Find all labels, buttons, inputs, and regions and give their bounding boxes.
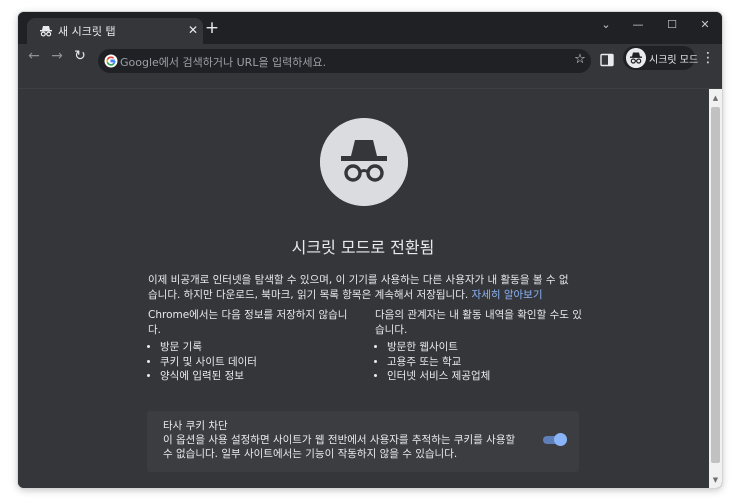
scroll-down-icon[interactable]: ▼ (711, 475, 720, 485)
list-item: 양식에 입력된 정보 (160, 369, 360, 384)
tab-new-incognito[interactable]: 새 시크릿 탭 ✕ (27, 18, 203, 44)
tab-title: 새 시크릿 탭 (58, 25, 116, 38)
vertical-scrollbar[interactable]: ▲ ▼ (709, 89, 722, 488)
reload-button[interactable]: ↻ (70, 46, 90, 66)
not-saved-column: Chrome에서는 다음 정보를 저장하지 않습니다. 방문 기록 쿠키 및 사… (148, 308, 360, 384)
new-tab-button[interactable]: + (204, 20, 220, 37)
tab-search-dropdown-icon[interactable]: ⌄ (596, 17, 616, 33)
incognito-profile-button[interactable]: 시크릿 모드 (623, 46, 699, 70)
visible-to-list: 방문한 웹사이트 고용주 또는 학교 인터넷 서비스 제공업체 (375, 340, 587, 384)
list-item: 쿠키 및 사이트 데이터 (160, 355, 360, 370)
cookie-card-description: 이 옵션을 사용 설정하면 사이트가 웹 전반에서 사용자를 추적하는 쿠키를 … (163, 434, 516, 460)
not-saved-list: 방문 기록 쿠키 및 사이트 데이터 양식에 입력된 정보 (148, 340, 360, 384)
list-item: 인터넷 서비스 제공업체 (387, 369, 587, 384)
google-g-icon (104, 54, 118, 68)
back-button[interactable]: ← (24, 46, 44, 66)
browser-window: 새 시크릿 탭 ✕ + ⌄ — ☐ ✕ ← → ↻ Google에서 검색하거나… (18, 12, 722, 488)
page-title: 시크릿 모드로 전환됨 (291, 238, 435, 257)
more-menu-icon[interactable]: ⋮ (701, 50, 715, 66)
cookie-card-title: 타사 쿠키 차단 (163, 420, 228, 432)
title-bar: 새 시크릿 탭 ✕ + ⌄ — ☐ ✕ (18, 12, 722, 44)
visible-to-column: 다음의 관계자는 내 활동 내역을 확인할 수도 있습니다. 방문한 웹사이트 … (375, 308, 587, 384)
scroll-up-icon[interactable]: ▲ (711, 93, 720, 103)
forward-button[interactable]: → (47, 46, 67, 66)
list-item: 방문 기록 (160, 340, 360, 355)
incognito-icon (320, 118, 408, 206)
toolbar: ← → ↻ Google에서 검색하거나 URL을 입력하세요. ☆ 시크릿 모… (18, 44, 722, 89)
not-saved-title: Chrome에서는 다음 정보를 저장하지 않습니다. (148, 309, 348, 336)
list-item: 방문한 웹사이트 (387, 340, 587, 355)
toggle-knob (554, 433, 567, 446)
scroll-thumb[interactable] (711, 107, 720, 463)
intro-text: 이제 비공개로 인터넷을 탐색할 수 있으며, 이 기기를 사용하는 다른 사용… (148, 273, 578, 303)
visible-to-title: 다음의 관계자는 내 활동 내역을 확인할 수도 있습니다. (375, 309, 582, 336)
bookmark-star-icon[interactable]: ☆ (572, 52, 588, 68)
side-panel-icon[interactable] (600, 53, 614, 67)
maximize-button[interactable]: ☐ (662, 17, 682, 33)
list-item: 고용주 또는 학교 (387, 355, 587, 370)
incognito-ntp-content: 시크릿 모드로 전환됨 이제 비공개로 인터넷을 탐색할 수 있으며, 이 기기… (18, 89, 708, 488)
incognito-icon (626, 48, 646, 68)
tab-close-icon[interactable]: ✕ (186, 23, 200, 37)
block-cookies-toggle[interactable] (541, 433, 567, 447)
incognito-icon (40, 26, 52, 37)
search-input[interactable]: Google에서 검색하거나 URL을 입력하세요. (120, 54, 326, 70)
learn-more-link[interactable]: 자세히 알아보기 (472, 289, 543, 301)
close-window-button[interactable]: ✕ (695, 17, 715, 33)
minimize-button[interactable]: — (628, 17, 648, 33)
third-party-cookie-card: 타사 쿠키 차단 이 옵션을 사용 설정하면 사이트가 웹 전반에서 사용자를 … (147, 411, 579, 472)
profile-label: 시크릿 모드 (649, 55, 699, 66)
address-bar[interactable]: Google에서 검색하거나 URL을 입력하세요. ☆ (98, 49, 591, 73)
